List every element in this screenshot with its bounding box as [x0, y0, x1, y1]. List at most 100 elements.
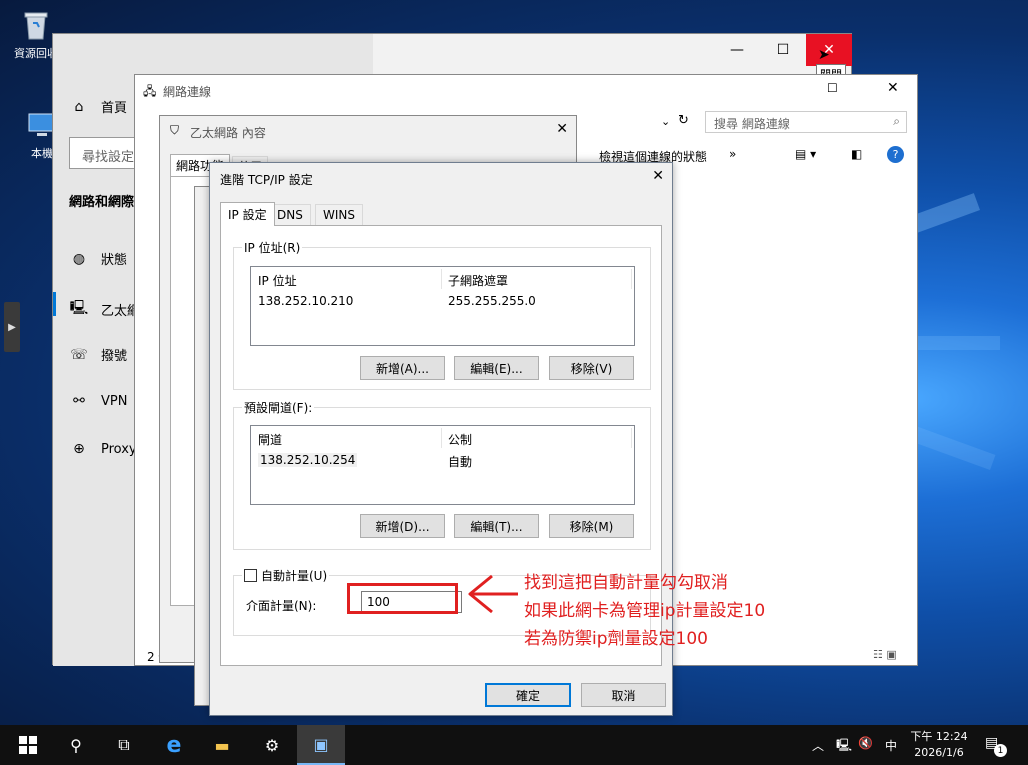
netconn-search-input[interactable]: 搜尋 網路連線 ⌕ [705, 111, 907, 133]
ok-button[interactable]: 確定 [485, 683, 571, 707]
folder-icon: ▬ [214, 735, 230, 755]
file-explorer-button[interactable]: ▬ [198, 725, 246, 765]
col-ip-address[interactable]: IP 位址 [258, 272, 297, 289]
side-expand-handle[interactable]: ▶ [4, 302, 20, 352]
default-gateway-group-label: 預設閘道(F): [242, 399, 315, 416]
task-view-button[interactable]: ⧉ [100, 725, 148, 765]
minimize-icon: — [730, 42, 744, 58]
column-divider [441, 269, 442, 289]
close-icon: ✕ [652, 168, 664, 184]
preview-pane-icon: ◧ [851, 147, 863, 161]
internet-explorer-icon: e [166, 732, 182, 758]
gateway-list[interactable]: 閘道 公制 138.252.10.254 自動 [250, 425, 635, 505]
settings-home[interactable]: ⌂ 首頁 [69, 97, 128, 117]
more-commands-icon[interactable]: » [729, 147, 736, 161]
metric-value[interactable]: 自動 [448, 453, 472, 470]
maximize-button[interactable]: ☐ [760, 34, 806, 66]
ethprops-title: 乙太網路 內容 [190, 126, 266, 140]
refresh-button[interactable]: ↻ [678, 113, 689, 128]
network-tray-icon[interactable]: 🖳 [836, 736, 852, 757]
details-view-icon[interactable]: ☷ ▣ [873, 648, 897, 661]
settings-taskbar-button[interactable]: ⚙ [248, 725, 296, 765]
volume-muted-icon[interactable]: 🔇 [858, 736, 873, 750]
dialup-icon: ☏ [70, 346, 88, 363]
nav-item-ethernet[interactable]: 🖳 乙太網 [69, 297, 140, 321]
cancel-button[interactable]: 取消 [581, 683, 666, 707]
subnet-mask-value[interactable]: 255.255.255.0 [448, 294, 536, 308]
ip-edit-button[interactable]: 編輯(E)... [454, 356, 539, 380]
notification-count: 1 [994, 744, 1007, 757]
annotation-line-1: 找到這把自動計量勾勾取消 [524, 573, 728, 593]
show-hidden-icons-button[interactable]: ︿ [812, 737, 824, 754]
ime-indicator[interactable]: 中 [885, 737, 897, 754]
clock-time: 下午 12:24 [910, 730, 968, 743]
ip-address-value[interactable]: 138.252.10.210 [258, 294, 353, 308]
netconn-close-button[interactable]: ✕ [887, 80, 899, 96]
ip-address-list[interactable]: IP 位址 子網路遮罩 138.252.10.210 255.255.255.0 [250, 266, 635, 346]
annotation-line-2: 如果此網卡為管理ip計量設定10 [524, 601, 766, 621]
search-icon: ⌕ [893, 114, 900, 128]
help-icon: ? [892, 148, 899, 161]
gateway-add-button[interactable]: 新增(D)... [360, 514, 445, 538]
recycle-bin-icon [19, 8, 53, 42]
close-icon: ✕ [887, 80, 899, 96]
search-button[interactable]: ⚲ [52, 725, 100, 765]
gateway-edit-button[interactable]: 編輯(T)... [454, 514, 539, 538]
netconn-maximize-button[interactable]: ☐ [827, 81, 838, 95]
maximize-icon: ☐ [827, 81, 838, 95]
settings-search-placeholder: 尋找設定 [82, 150, 135, 165]
ip-add-button[interactable]: 新增(A)... [360, 356, 445, 380]
netconn-search-placeholder: 搜尋 網路連線 [714, 117, 790, 131]
close-icon: ✕ [556, 121, 568, 137]
tab-wins[interactable]: WINS [315, 204, 363, 225]
task-view-icon: ⧉ [118, 735, 130, 754]
nav-item-vpn[interactable]: ⚯ VPN [69, 393, 127, 409]
network-connections-taskbar-button[interactable]: ▣ [297, 725, 345, 765]
settings-section-title: 網路和網際 [69, 195, 135, 210]
gear-icon: ⚙ [264, 735, 280, 755]
ethernet-adapter-icon: ⛉ [170, 123, 180, 137]
tab-ip-settings[interactable]: IP 設定 [220, 202, 275, 226]
column-divider [631, 428, 632, 448]
change-view-button[interactable]: ▤ ▾ [795, 147, 816, 161]
nav-item-label: VPN [101, 393, 128, 409]
auto-metric-checkbox-row[interactable]: 自動計量(U) [242, 567, 330, 584]
help-button[interactable]: ? [887, 146, 904, 163]
tab-dns[interactable]: DNS [269, 204, 311, 225]
minimize-button[interactable]: — [714, 34, 760, 66]
taskbar: ⚲ ⧉ e ▬ ⚙ ▣ ︿ 🖳 🔇 中 下午 12:24 2026/1/6 ▤ … [0, 725, 1028, 765]
start-button[interactable] [4, 725, 52, 765]
nav-item-proxy[interactable]: ⊕ Proxy [69, 441, 137, 457]
adv-title: 進階 TCP/IP 設定 [220, 173, 313, 187]
col-subnet-mask[interactable]: 子網路遮罩 [448, 272, 508, 289]
ip-address-group: IP 位址(R) IP 位址 子網路遮罩 138.252.10.210 255.… [233, 239, 651, 390]
ethprops-close-button[interactable]: ✕ [556, 121, 568, 137]
view-options-icon: ▤ ▾ [795, 147, 817, 161]
gateway-value[interactable]: 138.252.10.254 [258, 453, 358, 467]
globe-status-icon: ◍ [72, 250, 86, 267]
settings-home-label: 首頁 [101, 101, 128, 116]
ethernet-icon: 🖳 [69, 300, 89, 316]
nav-item-dialup[interactable]: ☏ 撥號 [69, 345, 128, 365]
action-center-button[interactable]: ▤ 1 [985, 735, 1007, 757]
clock[interactable]: 下午 12:24 2026/1/6 [906, 729, 972, 761]
ie-button[interactable]: e [150, 725, 198, 765]
auto-metric-checkbox[interactable] [244, 569, 257, 582]
col-gateway[interactable]: 閘道 [258, 431, 282, 448]
nav-item-label: 撥號 [101, 349, 128, 364]
preview-pane-button[interactable]: ◧ [851, 147, 862, 161]
adv-close-button[interactable]: ✕ [652, 168, 664, 184]
globe-icon: ⊕ [73, 441, 85, 457]
network-folder-icon: 🖧 [143, 84, 157, 98]
ip-remove-button[interactable]: 移除(V) [549, 356, 634, 380]
windows-logo-icon [19, 736, 37, 754]
annotation-line-3: 若為防禦ip劑量設定100 [524, 629, 708, 649]
col-metric[interactable]: 公制 [448, 431, 472, 448]
gateway-remove-button[interactable]: 移除(M) [549, 514, 634, 538]
interface-metric-label: 介面計量(N): [246, 599, 317, 613]
ip-address-group-label: IP 位址(R) [242, 239, 303, 256]
address-dropdown-icon[interactable]: ⌄ [661, 115, 670, 128]
default-gateway-group: 預設閘道(F): 閘道 公制 138.252.10.254 自動 新增(D)..… [233, 399, 651, 550]
network-window-icon: ▣ [313, 734, 329, 754]
nav-item-status[interactable]: ◍ 狀態 [69, 249, 127, 269]
